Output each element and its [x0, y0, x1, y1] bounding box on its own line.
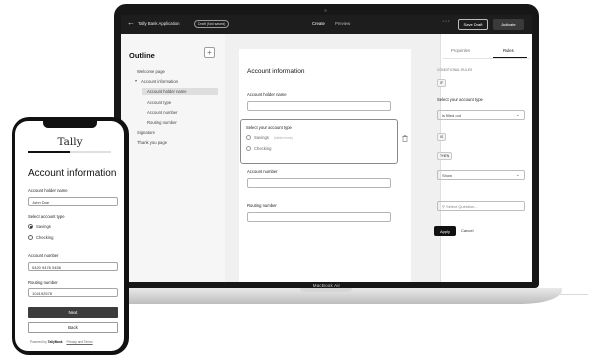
- search-icon: ⚲: [442, 204, 445, 209]
- radio-label-savings: Savings: [36, 224, 51, 229]
- account-holder-input[interactable]: [247, 101, 391, 111]
- ground-line: [560, 294, 588, 295]
- chevron-down-icon: ⌄: [515, 172, 520, 178]
- outline-item-thank-you[interactable]: Thank you page: [137, 140, 167, 145]
- back-button[interactable]: Back: [28, 322, 118, 333]
- laptop-camera: [324, 9, 327, 12]
- field-label-account-holder: Account holder name: [247, 92, 287, 97]
- field-label-account-holder: Account holder name: [28, 188, 68, 193]
- field-label-account-number: Account number: [247, 169, 278, 174]
- chevron-down-icon[interactable]: ▾: [135, 78, 137, 83]
- operator-select[interactable]: is filled out ⌄: [437, 110, 525, 120]
- cancel-button[interactable]: Cancel: [461, 228, 473, 233]
- next-button[interactable]: Next: [28, 307, 118, 318]
- question-search-input[interactable]: ⚲ Select Question...: [437, 201, 525, 211]
- radio-checking[interactable]: Checking: [246, 146, 271, 151]
- tab-create[interactable]: Create: [312, 21, 325, 26]
- active-tab-underline: [493, 57, 527, 58]
- field-label-account-number: Account number: [28, 253, 59, 258]
- radio-label-checking: Checking: [254, 146, 272, 151]
- progress-bar-fill: [28, 151, 70, 153]
- radio-hint: (hidden here): [273, 135, 293, 140]
- trash-icon[interactable]: [402, 135, 408, 144]
- app-topbar: ← Tally Bank Application Draft (Not save…: [121, 15, 532, 34]
- condition-field[interactable]: Select your account type: [437, 97, 483, 102]
- outline-item-routing-number[interactable]: Routing number: [147, 120, 177, 125]
- field-label-routing-number: Routing number: [28, 280, 58, 285]
- tab-properties[interactable]: Properties: [451, 48, 470, 53]
- search-placeholder: Select Question...: [446, 204, 478, 209]
- then-chip: THEN: [437, 152, 453, 160]
- plus-icon[interactable]: +: [204, 47, 215, 58]
- phone-page-title: Account information: [28, 168, 117, 179]
- outline-title: Outline: [129, 51, 155, 60]
- radio-savings[interactable]: Savings (hidden here): [246, 135, 293, 140]
- outline-item-account-number[interactable]: Account number: [147, 110, 178, 115]
- outline-item-welcome[interactable]: Welcome page: [137, 69, 165, 74]
- outline-item-account-holder-name[interactable]: Account holder name: [142, 88, 218, 95]
- panel-divider: [443, 58, 530, 59]
- field-label-routing-number: Routing number: [247, 203, 277, 208]
- if-chip: IF: [437, 79, 447, 87]
- page-title: Account information: [247, 68, 305, 75]
- laptop-base-notch: [300, 288, 352, 292]
- arrow-left-icon[interactable]: ←: [127, 18, 135, 27]
- laptop-screen: ← Tally Bank Application Draft (Not save…: [121, 15, 532, 282]
- app-title: Tally Bank Application: [138, 21, 180, 26]
- outline-item-account-type[interactable]: Account type: [147, 100, 171, 105]
- radio-circle: [246, 135, 251, 140]
- tab-preview[interactable]: Preview: [335, 21, 350, 26]
- radio-savings[interactable]: Savings: [28, 224, 51, 229]
- field-label-account-type: Select account type: [28, 214, 65, 219]
- outline-item-account-information[interactable]: Account information: [141, 79, 178, 84]
- operator-value: is filled out: [442, 113, 461, 118]
- radio-circle: [246, 146, 251, 151]
- radio-checking[interactable]: Checking: [28, 235, 53, 240]
- is-chip: IS: [437, 133, 447, 141]
- field-label-account-type: Select your account type: [246, 125, 292, 130]
- action-value: Show: [442, 173, 453, 178]
- radio-label-checking: Checking: [36, 235, 54, 240]
- rules-section-heading: CONDITIONAL RULES: [437, 68, 473, 72]
- phone-footer: Powered by TallyBank Privacy and Terms: [30, 340, 93, 344]
- privacy-terms-link[interactable]: Privacy and Terms: [66, 340, 92, 344]
- more-dots-icon[interactable]: ···: [442, 18, 451, 25]
- save-draft-button[interactable]: Save Draft: [458, 19, 488, 30]
- tab-rules[interactable]: Rules: [503, 48, 514, 53]
- progress-bar: [28, 151, 111, 153]
- footer-brand: TallyBank: [47, 340, 63, 344]
- routing-number-input[interactable]: [247, 212, 391, 222]
- marketing-mockup: MacBook Air ← Tally Bank Application Dra…: [0, 0, 593, 358]
- outline-item-signature[interactable]: Signature: [137, 130, 155, 135]
- apply-button[interactable]: Apply: [434, 226, 456, 236]
- footer-prefix: Powered by: [30, 340, 47, 344]
- tally-logo: Tally: [57, 136, 83, 148]
- radio-circle: [28, 235, 33, 240]
- action-select[interactable]: Show ⌄: [437, 170, 525, 180]
- radio-circle-selected: [28, 224, 33, 229]
- phone-notch: [43, 121, 97, 128]
- chevron-down-icon: ⌄: [515, 112, 520, 118]
- form-page: [239, 49, 411, 282]
- account-holder-input[interactable]: John Doe: [28, 197, 118, 206]
- routing-number-input[interactable]: 104192578: [28, 288, 118, 297]
- status-badge: Draft (Not saved): [194, 20, 230, 28]
- laptop-brand-label: MacBook Air: [312, 283, 341, 288]
- activate-button[interactable]: Activate: [493, 19, 524, 30]
- account-number-input[interactable]: [247, 178, 391, 188]
- account-number-input[interactable]: 0420 9476 0456: [28, 262, 118, 271]
- radio-label-savings: Savings: [254, 135, 269, 140]
